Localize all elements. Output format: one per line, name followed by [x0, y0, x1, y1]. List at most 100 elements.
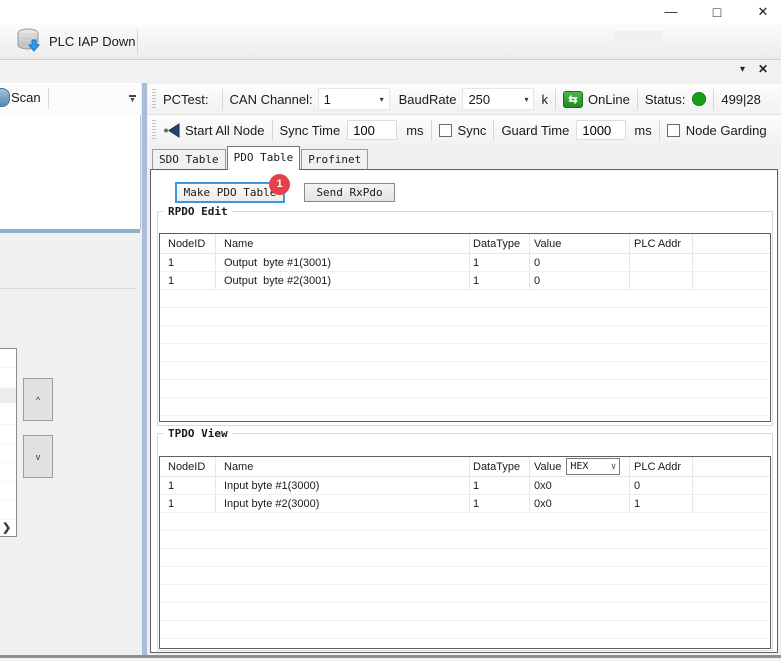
empty-rows: [160, 513, 770, 648]
scan-icon: [0, 88, 10, 107]
hex-format-select[interactable]: HEX ∨: [566, 458, 620, 475]
top-toolbar: PLC IAP Down: [0, 24, 781, 60]
panel-close-icon[interactable]: ✕: [758, 62, 768, 76]
node-list-panel[interactable]: [0, 115, 141, 229]
cell-value: 0x0: [529, 480, 629, 492]
tab-profinet[interactable]: Profinet: [301, 149, 368, 169]
node-garding-checkbox-label: Node Garding: [686, 123, 767, 138]
cell-nodeid: 1: [160, 275, 215, 287]
col-header-nodeid: NodeID: [160, 461, 215, 473]
main-pane: PCTest: CAN Channel: 1 ▾ BaudRate 250 ▾ …: [148, 83, 781, 655]
baudrate-label: BaudRate: [399, 92, 457, 107]
toolbar-separator: [222, 89, 223, 110]
cell-datatype: 1: [469, 480, 529, 492]
scan-toolbar: Scan ▼: [0, 83, 141, 116]
toolbar-separator: [493, 120, 494, 141]
guard-time-input[interactable]: [576, 120, 626, 140]
sync-checkbox-label: Sync: [458, 123, 487, 138]
connection-toolbar: PCTest: CAN Channel: 1 ▾ BaudRate 250 ▾ …: [148, 84, 781, 115]
can-channel-select[interactable]: 1 ▾: [318, 88, 390, 110]
rpdo-header-row: NodeID Name DataType Value PLC Addr: [160, 234, 770, 254]
cell-name: Input byte #2(3000): [215, 498, 469, 510]
node-toolbar: Start All Node Sync Time ms Sync Guard T…: [148, 115, 781, 145]
rpdo-table: NodeID Name DataType Value PLC Addr 1 Ou…: [159, 233, 771, 422]
start-all-node-button[interactable]: Start All Node: [185, 123, 265, 138]
rpdo-edit-title: RPDO Edit: [164, 205, 232, 218]
status-indicator: [692, 92, 706, 106]
panel-header: ▾ ✕: [0, 60, 781, 84]
tpdo-header-row: NodeID Name DataType Value HEX ∨ PLC Add…: [160, 457, 770, 477]
toolbar-placeholder: [614, 31, 663, 44]
close-icon[interactable]: ✕: [750, 2, 776, 22]
app-window: — □ ✕ PLC IAP Down ▾ ✕: [0, 0, 781, 661]
cell-name: Output byte #2(3001): [215, 275, 469, 287]
cell-plc-addr: 0: [629, 480, 692, 492]
toolbar-grip[interactable]: [152, 89, 156, 109]
titlebar: — □ ✕: [0, 0, 781, 24]
col-header-plc-addr: PLC Addr: [629, 461, 692, 473]
toolbar-overflow-button[interactable]: ▼: [126, 95, 139, 104]
sync-time-input[interactable]: [347, 120, 397, 140]
toolbar-separator: [137, 29, 138, 53]
sync-checkbox[interactable]: [439, 124, 452, 137]
tpdo-view-title: TPDO View: [164, 427, 232, 440]
col-header-name: Name: [215, 461, 469, 473]
col-header-datatype: DataType: [469, 461, 529, 473]
panel-bottom-edge: [0, 229, 140, 233]
table-row[interactable]: 1 Input byte #2(3000) 1 0x0 1: [160, 495, 770, 513]
plc-iap-down-label: PLC IAP Down: [49, 34, 135, 49]
expander-icon[interactable]: ❯: [2, 521, 11, 534]
cell-datatype: 1: [469, 275, 529, 287]
chevron-down-icon: ∨: [611, 462, 619, 472]
cell-nodeid: 1: [160, 498, 215, 510]
panel-menu-dropdown-icon[interactable]: ▾: [740, 64, 745, 75]
baudrate-value: 250: [463, 92, 490, 107]
can-channel-label: CAN Channel:: [230, 92, 313, 107]
table-row[interactable]: 1 Output byte #2(3001) 1 0: [160, 272, 770, 290]
ms-label: ms: [634, 123, 651, 138]
down-arrow-icon: v: [36, 452, 41, 462]
cell-value: 0: [529, 275, 629, 287]
chevron-down-icon: ▾: [380, 95, 389, 104]
toolbar-separator: [713, 89, 714, 110]
node-garding-checkbox[interactable]: [667, 124, 680, 137]
message-counter: 499|28: [721, 92, 761, 107]
cell-value: 0x0: [529, 498, 629, 510]
ms-label: ms: [406, 123, 423, 138]
sync-time-label: Sync Time: [280, 123, 341, 138]
status-label: Status:: [645, 92, 685, 107]
start-node-icon: [163, 123, 181, 138]
table-row[interactable]: 1 Input byte #1(3000) 1 0x0 0: [160, 477, 770, 495]
tab-pdo-table[interactable]: PDO Table: [227, 146, 301, 170]
tab-sdo-table[interactable]: SDO Table: [152, 149, 226, 169]
move-down-button[interactable]: v: [23, 435, 53, 478]
scan-button[interactable]: Scan: [11, 90, 41, 105]
col-header-plc-addr: PLC Addr: [629, 238, 692, 250]
clipped-list-panel[interactable]: ❯: [0, 348, 17, 537]
send-rxpdo-button[interactable]: Send RxPdo: [304, 183, 395, 202]
move-up-button[interactable]: ^: [23, 378, 53, 421]
col-header-nodeid: NodeID: [160, 238, 215, 250]
plc-iap-down-button[interactable]: PLC IAP Down: [16, 27, 135, 55]
cell-name: Output byte #1(3001): [215, 257, 469, 269]
selected-row-highlight: [0, 388, 16, 403]
toolbar-separator: [272, 120, 273, 141]
divider-line: [0, 288, 137, 289]
cell-datatype: 1: [469, 257, 529, 269]
online-button[interactable]: OnLine: [588, 92, 630, 107]
vertical-splitter[interactable]: [141, 83, 148, 655]
hex-format-value: HEX: [567, 461, 588, 472]
cell-name: Input byte #1(3000): [215, 480, 469, 492]
baudrate-select[interactable]: 250 ▾: [462, 88, 534, 110]
maximize-icon[interactable]: □: [704, 2, 730, 22]
notification-badge: 1: [269, 174, 290, 195]
col-header-name: Name: [215, 238, 469, 250]
cell-plc-addr: 1: [629, 498, 692, 510]
database-download-icon: [16, 27, 42, 56]
toolbar-grip[interactable]: [152, 120, 156, 140]
minimize-icon[interactable]: —: [658, 2, 684, 22]
table-row[interactable]: 1 Output byte #1(3001) 1 0: [160, 254, 770, 272]
col-header-datatype: DataType: [469, 238, 529, 250]
toolbar-separator: [659, 120, 660, 141]
toolbar-separator: [555, 89, 556, 110]
